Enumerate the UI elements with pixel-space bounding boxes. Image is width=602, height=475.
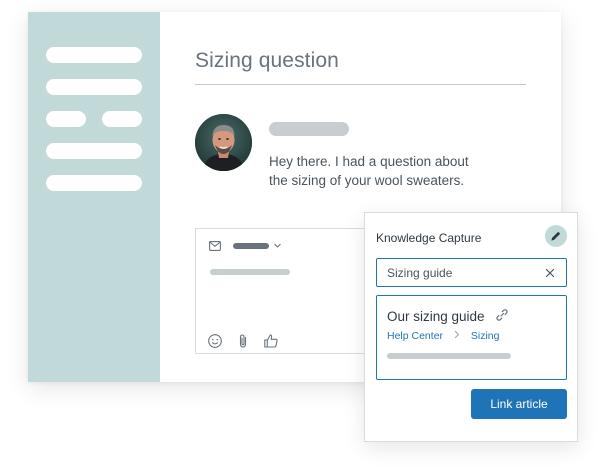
paperclip-icon[interactable] <box>235 333 251 349</box>
pencil-icon <box>551 231 561 241</box>
mail-icon <box>209 241 221 251</box>
article-search <box>376 258 567 287</box>
result-title[interactable]: Our sizing guide <box>387 309 485 324</box>
sidebar-item-placeholder[interactable] <box>46 79 142 95</box>
sidebar <box>28 12 160 382</box>
sidebar-item-placeholder[interactable] <box>102 111 142 127</box>
search-input[interactable] <box>387 265 537 281</box>
link-icon[interactable] <box>495 308 509 322</box>
chevron-right-icon <box>454 330 460 342</box>
search-result-card[interactable]: Our sizing guide Help Center Sizing <box>376 295 567 380</box>
close-icon[interactable] <box>544 267 556 279</box>
customer-photo <box>195 114 252 171</box>
title-divider <box>195 84 526 85</box>
article-snippet-placeholder <box>387 353 511 359</box>
knowledge-capture-panel: Knowledge Capture Our sizing guide Help … <box>364 212 578 442</box>
chevron-down-icon[interactable] <box>273 241 282 250</box>
ticket-title: Sizing question <box>195 49 339 72</box>
breadcrumb-item[interactable]: Help Center <box>387 330 443 342</box>
customer-message: Hey there. I had a question about the si… <box>269 152 509 190</box>
sidebar-item-placeholder[interactable] <box>46 47 142 63</box>
message-line: the sizing of your wool sweaters. <box>269 173 465 188</box>
thumbs-up-icon[interactable] <box>263 333 279 349</box>
link-article-button[interactable]: Link article <box>471 389 567 419</box>
avatar <box>195 114 252 171</box>
sidebar-item-placeholder[interactable] <box>46 143 142 159</box>
sidebar-item-placeholder[interactable] <box>46 111 86 127</box>
panel-title: Knowledge Capture <box>376 231 482 245</box>
sidebar-item-placeholder[interactable] <box>46 175 142 191</box>
edit-button[interactable] <box>545 225 567 247</box>
emoji-icon[interactable] <box>207 333 223 349</box>
message-line: Hey there. I had a question about <box>269 154 469 169</box>
draft-text-placeholder <box>210 269 290 275</box>
breadcrumb-item[interactable]: Sizing <box>471 330 500 342</box>
customer-name-placeholder <box>269 122 349 136</box>
channel-selector[interactable] <box>233 243 269 249</box>
breadcrumb: Help Center Sizing <box>387 330 499 342</box>
